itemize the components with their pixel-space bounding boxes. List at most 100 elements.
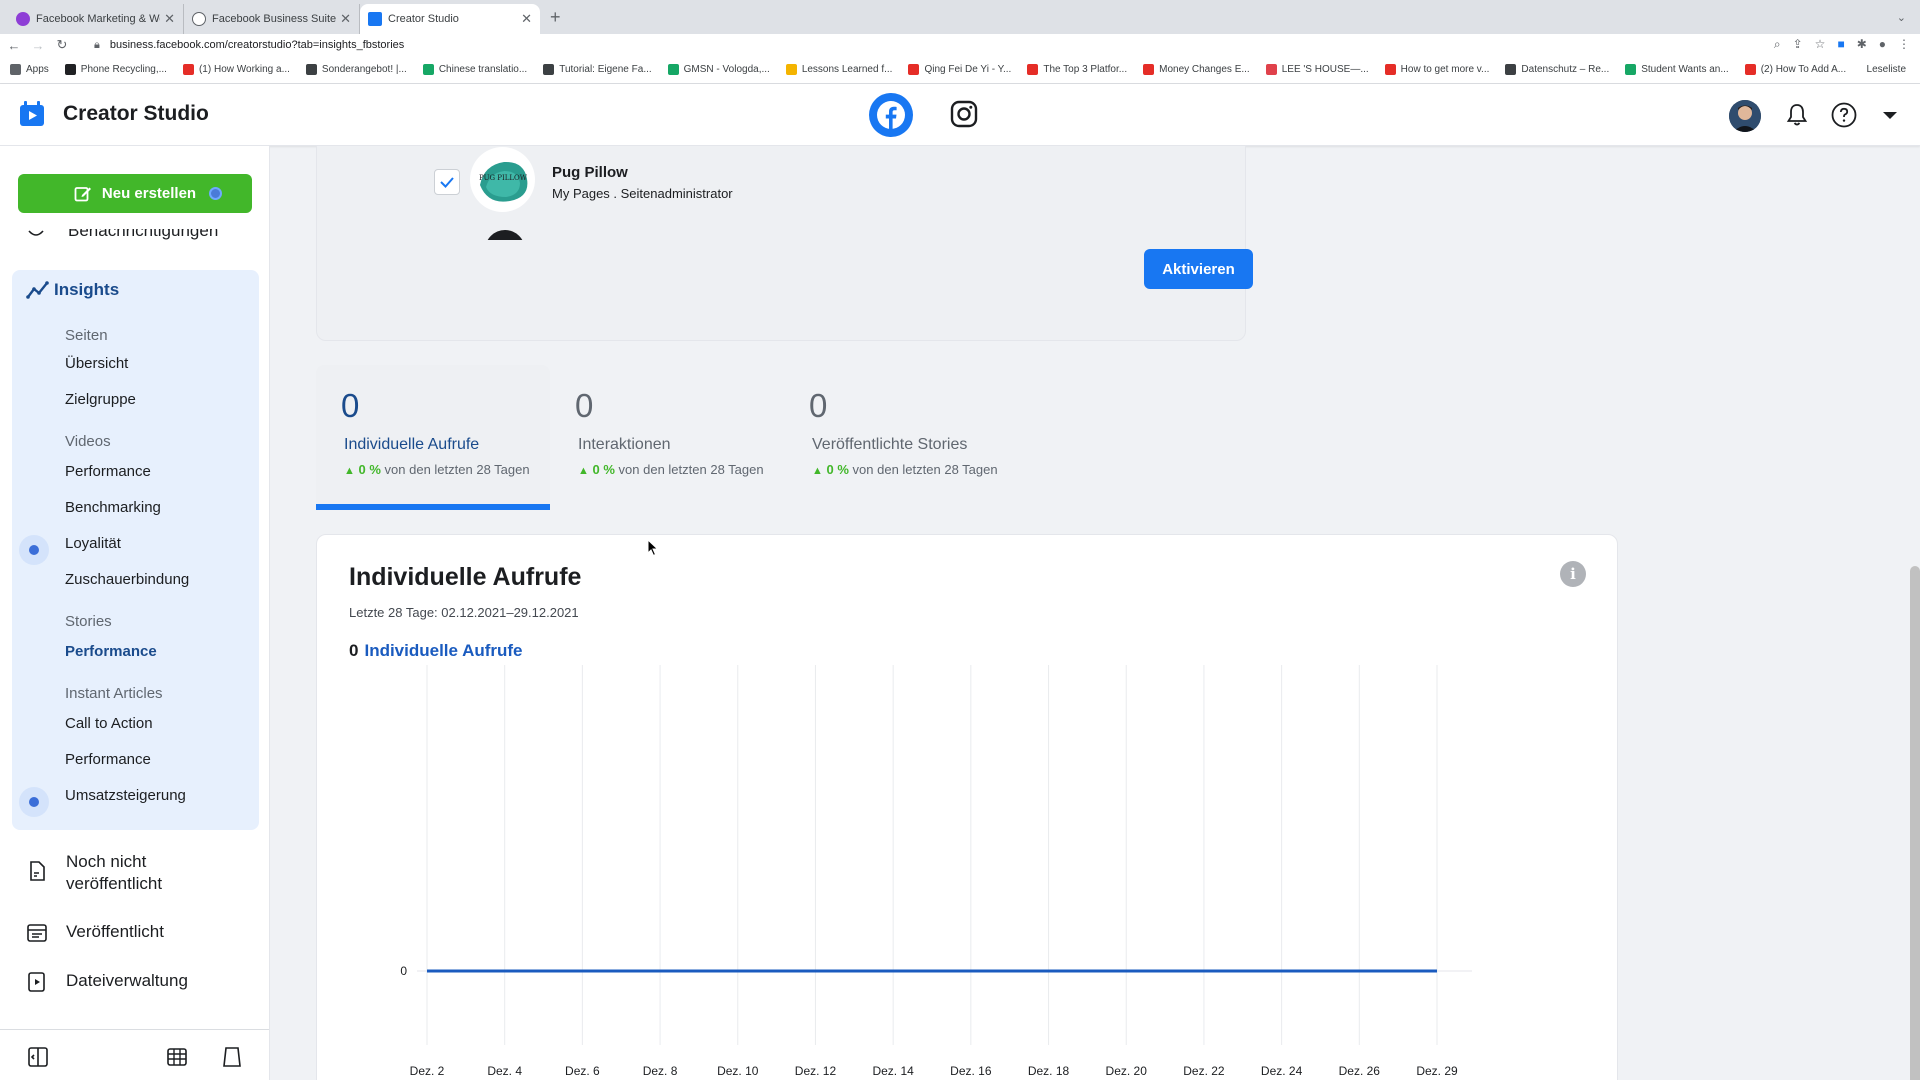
url-field[interactable]: 🔒︎ business.facebook.com/creatorstudio?ta… [94, 39, 404, 52]
sidebar-item-notifications[interactable]: Benachrichtigungen [26, 229, 218, 247]
bookmark-item[interactable]: Lessons Learned f... [785, 64, 892, 75]
bookmark-item[interactable]: GMSN - Vologda,... [667, 64, 770, 75]
help-icon[interactable] [1830, 101, 1858, 129]
metric-tab-published-stories[interactable]: 0 Veröffentlichte Stories ▲ 0 % von den … [784, 365, 1018, 510]
profile-icon[interactable]: ● [1879, 37, 1886, 52]
insights-panel [12, 270, 259, 830]
chart-title: Individuelle Aufrufe [349, 563, 582, 591]
bookmark-item[interactable]: Chinese translatio... [422, 64, 527, 75]
metric-tab-unique-views[interactable]: 0 Individuelle Aufrufe ▲ 0 % von den let… [316, 365, 550, 510]
chart-legend[interactable]: 0 Individuelle Aufrufe [349, 641, 523, 661]
sidebar-item-retention[interactable]: Zuschauerbindung [65, 571, 189, 588]
avatar[interactable] [1729, 100, 1761, 132]
reading-list-button[interactable]: Leseliste [1867, 64, 1906, 75]
sidebar-footer [0, 1029, 269, 1080]
scrollbar-thumb[interactable] [1910, 566, 1920, 1080]
bookmark-item[interactable]: Sonderangebot! |... [305, 64, 407, 75]
sidebar-item-stories-performance[interactable]: Performance [65, 643, 157, 660]
bookmark-favicon-icon [543, 64, 555, 75]
bookmark-item[interactable]: Apps [10, 64, 49, 75]
x-tick-label: Dez. 4 [487, 1064, 522, 1078]
sidebar-item-revenue[interactable]: Umsatzsteigerung [65, 787, 186, 804]
zoom-icon[interactable]: ⌕ [1774, 37, 1781, 52]
card-view-icon[interactable] [221, 1046, 243, 1068]
bookmark-label: Phone Recycling,... [80, 64, 167, 75]
metric-change: ▲ 0 % von den letzten 28 Tagen [578, 462, 764, 477]
sidebar-item-file-manager[interactable]: Dateiverwaltung [66, 971, 188, 991]
bookmark-item[interactable]: LEE 'S HOUSE—... [1265, 64, 1369, 75]
metric-value: 0 [809, 387, 828, 424]
share-icon[interactable]: ⇪ [1793, 37, 1803, 52]
back-icon[interactable]: ← [4, 38, 24, 53]
sidebar-item-unpublished[interactable]: Noch nicht veröffentlicht [66, 851, 162, 895]
new-tab-button[interactable]: + [540, 7, 571, 34]
bookmark-item[interactable]: Datenschutz – Re... [1505, 64, 1609, 75]
notifications-icon [28, 230, 44, 236]
sidebar-item-overview[interactable]: Übersicht [65, 355, 128, 372]
sidebar-item-call-to-action[interactable]: Call to Action [65, 715, 153, 732]
x-tick-label: Dez. 10 [717, 1064, 759, 1078]
extensions-icon[interactable]: ✱ [1857, 37, 1867, 52]
metric-label: Veröffentlichte Stories [812, 436, 968, 453]
main-content: PUG PILLOW Pug Pillow My Pages . Seitena… [271, 146, 1920, 1080]
apps-grid-icon [10, 64, 21, 75]
close-tab-icon[interactable]: ✕ [164, 11, 175, 27]
bookmark-star-icon[interactable]: ☆ [1815, 37, 1826, 52]
bookmark-item[interactable]: How to get more v... [1384, 64, 1489, 75]
x-tick-label: Dez. 24 [1261, 1064, 1303, 1078]
sidebar-item-insights[interactable]: Insights [54, 280, 119, 300]
sidebar-item-loyalty[interactable]: Loyalität [65, 535, 121, 552]
x-tick-label: Dez. 14 [872, 1064, 914, 1078]
up-arrow-icon: ▲ [344, 465, 355, 477]
bookmark-favicon-icon [1143, 64, 1155, 75]
close-tab-icon[interactable]: ✕ [340, 11, 351, 27]
tab-title: Creator Studio [388, 13, 459, 25]
brand-title[interactable]: Creator Studio [63, 102, 209, 126]
published-icon [27, 924, 47, 942]
bookmark-item[interactable]: The Top 3 Platfor... [1027, 64, 1127, 75]
sidebar-item-articles-performance[interactable]: Performance [65, 751, 151, 768]
bookmark-item[interactable]: Money Changes E... [1143, 64, 1250, 75]
facebook-switch-button[interactable] [869, 93, 913, 137]
page-checkbox[interactable] [434, 169, 460, 195]
close-tab-icon[interactable]: ✕ [521, 11, 532, 27]
bookmark-item[interactable]: (1) How Working a... [182, 64, 290, 75]
browser-tab-2[interactable]: Facebook Business Suite ✕ [184, 4, 360, 34]
account-menu-chevron-icon[interactable] [1876, 101, 1904, 129]
bookmark-label: Student Wants an... [1641, 64, 1729, 75]
info-icon[interactable]: i [1560, 561, 1586, 587]
notifications-bell-icon[interactable] [1783, 101, 1811, 129]
new-feature-dot-icon [19, 787, 49, 817]
bookmark-label: Apps [26, 64, 49, 75]
facebook-extension-icon[interactable]: ■ [1837, 37, 1844, 52]
bookmark-item[interactable]: (2) How To Add A... [1744, 64, 1846, 75]
sidebar: Neu erstellen Benachrichtigungen Insight… [0, 146, 270, 1080]
browser-tab-3[interactable]: Creator Studio ✕ [360, 4, 540, 34]
pug-pillow-logo-icon: PUG PILLOW [479, 161, 528, 202]
creator-studio-logo-icon[interactable] [18, 100, 46, 128]
sidebar-item-video-performance[interactable]: Performance [65, 463, 151, 480]
bookmark-item[interactable]: Phone Recycling,... [64, 64, 167, 75]
sidebar-item-audience[interactable]: Zielgruppe [65, 391, 136, 408]
activate-button[interactable]: Aktivieren [1144, 249, 1253, 289]
forward-icon[interactable]: → [28, 38, 48, 53]
bookmark-favicon-icon [182, 64, 194, 75]
bookmark-item[interactable]: Tutorial: Eigene Fa... [543, 64, 652, 75]
tab-search-icon[interactable]: ⌄ [1897, 11, 1906, 24]
instagram-switch-icon[interactable] [949, 99, 979, 129]
bookmark-label: Datenschutz – Re... [1521, 64, 1610, 75]
create-new-button[interactable]: Neu erstellen [18, 174, 252, 213]
bookmark-item[interactable]: Qing Fei De Yi - Y... [908, 64, 1011, 75]
collapse-sidebar-icon[interactable] [27, 1046, 49, 1068]
metric-tab-interactions[interactable]: 0 Interaktionen ▲ 0 % von den letzten 28… [550, 365, 784, 510]
bookmark-favicon-icon [667, 64, 679, 75]
reload-icon[interactable]: ↻ [52, 37, 72, 53]
sidebar-item-published[interactable]: Veröffentlicht [66, 922, 164, 942]
bookmark-favicon-icon [1027, 64, 1039, 75]
sidebar-item-benchmarking[interactable]: Benchmarking [65, 499, 161, 516]
tab-favicon-icon [192, 12, 206, 26]
bookmark-item[interactable]: Student Wants an... [1625, 64, 1729, 75]
browser-tab-1[interactable]: Facebook Marketing & Werbea... ✕ [8, 4, 184, 34]
menu-icon[interactable]: ⋮ [1898, 37, 1910, 52]
table-view-icon[interactable] [166, 1046, 188, 1068]
